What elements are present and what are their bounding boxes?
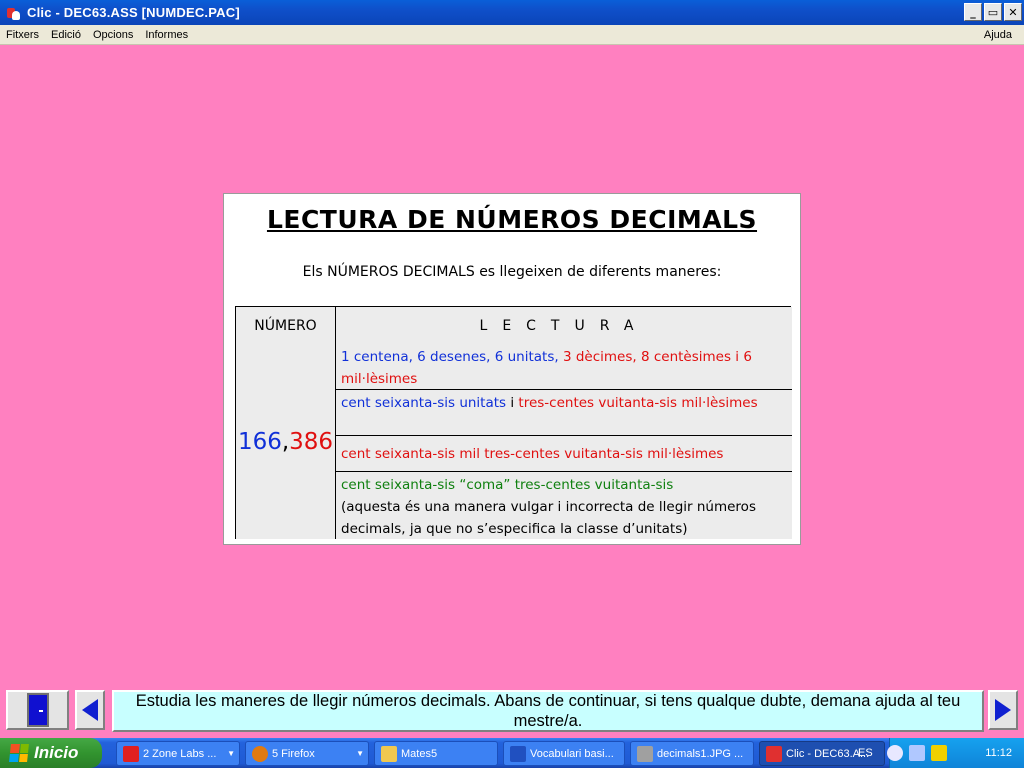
message-box: Estudia les maneres de llegir números de… — [112, 690, 984, 732]
menu-opcions[interactable]: Opcions — [87, 29, 139, 41]
table-row: cent seixanta-sis “coma” tres-centes vui… — [336, 472, 792, 539]
content-card: LECTURA DE NÚMEROS DECIMALS Els NÚMEROS … — [223, 193, 801, 545]
menu-ajuda[interactable]: Ajuda — [978, 29, 1018, 41]
window-titlebar: Clic - DEC63.ASS [NUMDEC.PAC] _ ▭ ✕ — [0, 0, 1024, 25]
minimize-button[interactable]: _ — [964, 3, 982, 21]
menu-edicio[interactable]: Edició — [45, 29, 87, 41]
menu-fitxers[interactable]: Fitxers — [0, 29, 45, 41]
windows-logo-icon — [9, 744, 29, 762]
table-row: cent seixanta-sis unitats i tres-centes … — [336, 390, 792, 436]
previous-activity-button[interactable] — [75, 690, 105, 730]
reading-part: cent seixanta-sis “coma” tres-centes vui… — [341, 477, 674, 493]
arrow-right-icon — [995, 699, 1011, 721]
restore-button[interactable]: ▭ — [984, 3, 1002, 21]
taskbar-item-firefox[interactable]: 5 Firefox ▼ — [245, 741, 369, 766]
reading-part: cent seixanta-sis unitats — [341, 395, 511, 411]
image-viewer-icon — [637, 745, 653, 762]
table-header: NÚMERO LECTURA — [236, 307, 792, 344]
zonealarm-tray-icon[interactable] — [930, 745, 947, 761]
system-tray: ES 11:12 — [858, 738, 1024, 768]
menu-informes[interactable]: Informes — [139, 29, 194, 41]
number-decimal-part: 386 — [289, 428, 334, 455]
start-label: Inicio — [34, 743, 79, 762]
taskbar-item-label: decimals1.JPG ... — [657, 747, 744, 760]
table-row: cent seixanta-sis mil tres-centes vuitan… — [336, 436, 792, 472]
taskbar-item-zone-labs[interactable]: 2 Zone Labs ... ▼ — [116, 741, 240, 766]
taskbar-item-label: Vocabulari basi... — [530, 747, 614, 760]
table-row: 1 centena, 6 desenes, 6 unitats, 3 dècim… — [336, 344, 792, 390]
column-header-reading: LECTURA — [336, 307, 792, 344]
reading-table: NÚMERO LECTURA 166, 386 1 centena, 6 dese… — [235, 306, 792, 539]
firefox-icon — [252, 745, 268, 762]
next-activity-button[interactable] — [988, 690, 1018, 730]
chevron-left-icon[interactable] — [886, 745, 903, 761]
activity-controls: Estudia les maneres de llegir números de… — [0, 690, 1024, 734]
reading-part: cent seixanta-sis mil tres-centes vuitan… — [341, 445, 724, 462]
column-header-number: NÚMERO — [236, 307, 336, 344]
word-document-icon — [510, 745, 526, 762]
exit-button[interactable] — [6, 690, 69, 730]
network-icon[interactable] — [908, 745, 925, 761]
number-cell: 166, 386 — [236, 344, 336, 539]
window-title: Clic - DEC63.ASS [NUMDEC.PAC] — [27, 5, 240, 20]
folder-icon — [381, 745, 397, 762]
page-subtitle: Els NÚMEROS DECIMALS es llegeixen de dif… — [302, 264, 722, 280]
menu-bar: Fitxers Edició Opcions Informes Ajuda — [0, 25, 1024, 45]
taskbar-item-label: Clic - DEC63.A... — [786, 747, 870, 760]
taskbar-item-label: Mates5 — [401, 747, 438, 760]
clic-app-icon — [5, 5, 21, 21]
taskbar-item-vocabulari[interactable]: Vocabulari basi... — [503, 741, 625, 766]
window-controls: _ ▭ ✕ — [964, 3, 1022, 21]
reading-note: (aquesta és una manera vulgar i incorrec… — [341, 499, 756, 537]
clic-app-icon — [766, 745, 782, 762]
chevron-down-icon: ▼ — [356, 749, 364, 758]
page-title: LECTURA DE NÚMEROS DECIMALS — [266, 205, 758, 234]
taskbar-item-mates5[interactable]: Mates5 — [374, 741, 498, 766]
number-integer-part: 166 — [237, 428, 282, 455]
start-button[interactable]: Inicio — [0, 738, 102, 768]
windows-taskbar: Inicio 2 Zone Labs ... ▼ 5 Firefox ▼ Mat… — [0, 738, 1024, 768]
language-indicator[interactable]: ES — [858, 747, 873, 759]
taskbar-item-decimals1[interactable]: decimals1.JPG ... — [630, 741, 754, 766]
clock: 11:12 — [985, 747, 1012, 759]
zonealarm-icon — [123, 745, 139, 762]
reading-part: 1 centena, 6 desenes, 6 unitats, — [341, 349, 563, 365]
arrow-left-icon — [82, 699, 98, 721]
number-decimal-separator: , — [281, 428, 290, 455]
door-icon — [26, 693, 49, 727]
chevron-down-icon: ▼ — [227, 749, 235, 758]
taskbar-item-label: 2 Zone Labs ... — [143, 747, 217, 760]
taskbar-item-label: 5 Firefox — [272, 747, 315, 760]
close-button[interactable]: ✕ — [1004, 3, 1022, 21]
reading-part: tres-centes vuitanta-sis mil·lèsimes — [518, 395, 758, 411]
